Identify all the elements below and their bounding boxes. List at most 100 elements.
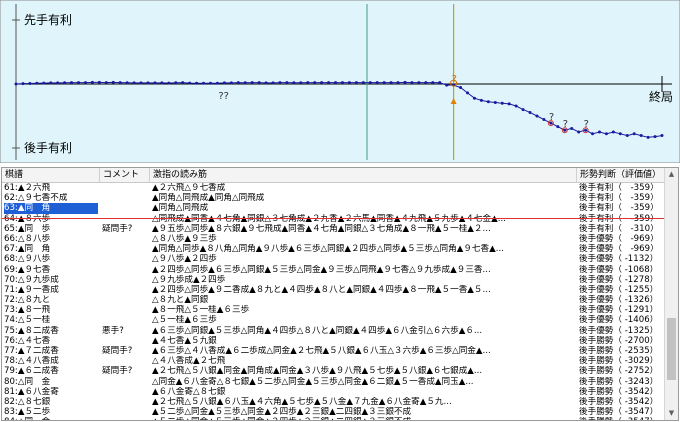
vertical-scrollbar[interactable]: ▲ ▼ — [664, 168, 678, 420]
data-point — [285, 81, 289, 85]
data-point — [104, 81, 108, 85]
header-comment[interactable]: コメント — [100, 168, 150, 182]
reading-cell: ▲８一飛△５一桂▲６三歩 — [152, 305, 250, 316]
scroll-thumb[interactable] — [667, 318, 676, 380]
table-row[interactable]: 84:△同 金 ▲５二歩△同金▲５三歩△同金▲２四歩▲２三銀▲二四銀▲３三銀不成 後… — [2, 417, 666, 420]
eval-cell: 後手有利（ -359） — [579, 203, 659, 214]
table-row[interactable]: 83:▲５二歩 ▲５二歩△同金▲５三歩△同金▲２四歩▲２三銀▲二四銀▲３三銀不成後… — [2, 407, 666, 417]
reading-cell: ▲６八金寄△８七銀 — [152, 386, 226, 397]
reading-cell: △５一桂▲６三歩 — [152, 315, 217, 326]
table-row[interactable]: 77:▲７二成香 疑問手? ▲６三歩△４八香成▲６二歩成△同金▲２七飛▲５八銀▲６八… — [2, 346, 666, 356]
table-row[interactable]: 72:△８九と △８九と▲同銀 後手優勢（ -1326） — [2, 295, 666, 305]
data-point — [424, 81, 428, 85]
table-row[interactable]: 76:△４七香 ▲４七香▲５九銀 後手勝勢（ -2700） — [2, 336, 666, 346]
data-point — [459, 86, 463, 90]
data-point — [118, 81, 122, 85]
table-row[interactable]: 82:△８七銀 ▲２七飛△５八銀▲６八玉▲４六角▲５七歩▲５八金▲７九金▲６八金寄… — [2, 397, 666, 407]
data-point — [306, 81, 310, 85]
table-row[interactable]: 70:△９九歩成 △９九歩成▲２四歩 後手優勢（ -1278） — [2, 275, 666, 285]
data-point — [570, 126, 574, 130]
table-row[interactable]: 67:▲同 角 ▲同角△同歩▲８八角△同角▲９八歩▲６三歩△同銀▲２四歩△同歩▲５… — [2, 244, 666, 254]
table-row[interactable]: 69:▲９七香 ▲２四歩△同歩▲６三歩△同銀▲５三歩△同金▲９三歩△同飛▲９七香△… — [2, 265, 666, 275]
table-row[interactable]: 75:▲８二成香 悪手? ▲６三歩△同銀▲５三歩△同角▲４四歩△８八と▲同銀▲４四歩… — [2, 326, 666, 336]
data-point — [354, 81, 358, 85]
data-point — [327, 81, 331, 85]
data-point — [257, 81, 261, 85]
eval-cell: 後手勝勢（ -3542） — [579, 386, 659, 397]
eval-cell: 後手有利（ -359） — [579, 214, 665, 224]
move-cell: 65:▲同 歩 — [4, 223, 51, 234]
data-point — [28, 81, 32, 85]
table-row[interactable]: 79:▲６二成香 疑問手? ▲２七飛△５八銀▲同金▲同角成▲同金▲３八歩▲９八飛▲５… — [2, 366, 666, 376]
data-point — [271, 81, 275, 85]
reading-cell: ▲６三歩△４八香成▲６二歩成△同金▲２七飛▲５八銀▲６八玉△３六歩▲６三歩△同金… — [152, 346, 491, 356]
move-cell: 77:▲７二成香 — [4, 346, 59, 356]
data-point — [334, 81, 338, 85]
question-marker: ?? — [218, 91, 229, 102]
data-point — [21, 82, 25, 86]
data-point — [403, 80, 407, 84]
table-row[interactable]: 74:△５一桂 △５一桂▲６三歩 後手優勢（ -1406） — [2, 315, 666, 325]
table-row[interactable]: 68:△９八歩 △９八歩▲２四歩 後手優勢（ -1132） — [2, 254, 666, 264]
reading-cell: ▲５二歩△同金▲５三歩△同金▲２四歩▲２三銀▲二四銀▲３三銀不成 — [152, 417, 572, 420]
data-point — [111, 80, 115, 84]
table-row[interactable]: 62:△９七香不成 ▲同角△同飛成▲同角△同飛成 後手有利（ -359） — [2, 193, 666, 203]
data-point — [42, 81, 46, 85]
data-point — [195, 81, 199, 85]
scroll-down-icon[interactable]: ▼ — [665, 407, 678, 420]
reading-cell: △４八香成▲２七飛 — [152, 356, 226, 367]
data-point — [514, 104, 518, 108]
data-point — [611, 130, 615, 134]
move-cell: 67:▲同 角 — [4, 244, 51, 255]
data-point — [299, 81, 303, 85]
data-point — [236, 81, 240, 85]
reading-cell: ▲２四歩△同歩▲６三歩△同銀▲５三歩△同金▲９三歩△同飛▲９七香△９九歩成▲９三… — [152, 264, 491, 275]
eval-cell: 後手優勢（ -1326） — [579, 295, 659, 306]
table-row[interactable]: 61:▲２六飛 ▲２六飛△９七香成 後手有利（ -359） — [2, 183, 666, 193]
header-eval[interactable]: 形勢判断（評価値） — [577, 168, 666, 182]
table-row[interactable]: 81:▲６八金寄 ▲６八金寄△８七銀 後手勝勢（ -3542） — [2, 387, 666, 397]
data-point — [167, 81, 171, 85]
table-row[interactable]: 64:▲８六歩 △同飛成▲同香▲４七角▲同銀△３七角成▲２九香▲２六馬▲同香▲４九… — [2, 214, 666, 224]
table-row[interactable]: 71:▲９一香成 ▲２四歩△同歩▲９二香成▲８九と▲４四歩▲８八と▲同銀▲４四歩▲… — [2, 285, 666, 295]
graph-label-end: 終局 — [649, 89, 673, 104]
eval-cell: 後手優勢（ -1406） — [579, 315, 659, 326]
move-cell: 73:▲８一飛 — [4, 305, 51, 316]
data-point — [472, 96, 476, 100]
data-point — [382, 81, 386, 85]
data-point — [313, 81, 317, 85]
header-reading[interactable]: 激指の読み筋 — [150, 168, 577, 182]
scroll-up-icon[interactable]: ▲ — [665, 168, 678, 181]
eval-cell: 後手勝勢（ -2700） — [579, 335, 659, 346]
data-point — [320, 81, 324, 85]
table-row[interactable]: 80:△同 金 △同金▲６八金寄△８七銀▲５二歩△同金▲５三歩△同金▲６二銀▲５一… — [2, 377, 666, 387]
data-point — [181, 81, 185, 85]
data-point — [591, 132, 595, 136]
reading-cell: ▲２四歩△同歩▲９二香成▲８九と▲４四歩▲８八と▲同銀▲４四歩▲８一飛▲５一香▲… — [152, 284, 491, 295]
data-point — [535, 114, 539, 118]
table-row[interactable]: 78:△４八香成 △４八香成▲２七飛 後手勝勢（ -3029） — [2, 356, 666, 366]
table-row[interactable]: 66:△８八歩 △８八歩▲９三歩 後手優勢（ -969） — [2, 234, 666, 244]
table-row[interactable]: 73:▲８一飛 ▲８一飛△５一桂▲６三歩 後手優勢（ -1291） — [2, 305, 666, 315]
table-row[interactable]: 65:▲同 歩 疑問手? ▲９五歩△同歩▲８六銀▲９七飛成▲同香▲４七角▲同銀△３七… — [2, 224, 666, 234]
data-point — [347, 81, 351, 85]
eval-cell: 後手勝勢（ -3542） — [579, 396, 659, 407]
move-cell: 79:▲６二成香 — [4, 366, 59, 377]
data-point — [243, 81, 247, 85]
data-point — [466, 91, 470, 95]
evaluation-graph[interactable]: 先手有利 後手有利 終局 ?????? — [0, 0, 680, 163]
header-move[interactable]: 棋譜 — [2, 168, 100, 182]
data-point — [83, 81, 87, 85]
table-row[interactable]: 63:▲同 角 ▲同角△同飛成 後手有利（ -359） — [2, 203, 666, 214]
eval-cell: 後手勝勢（ -3243） — [579, 376, 659, 387]
question-marker: ? — [452, 74, 457, 85]
data-point — [604, 132, 608, 136]
move-cell: 81:▲６八金寄 — [4, 386, 59, 397]
kifu-table[interactable]: 棋譜 コメント 激指の読み筋 形勢判断（評価値） 61:▲２六飛 ▲２六飛△９七香… — [1, 167, 679, 421]
data-point — [618, 132, 622, 136]
data-point — [438, 81, 442, 85]
data-point — [521, 108, 525, 112]
graph-label-bottom: 後手有利 — [24, 141, 72, 155]
data-point — [646, 135, 650, 139]
move-cell: 76:△４七香 — [4, 335, 51, 346]
